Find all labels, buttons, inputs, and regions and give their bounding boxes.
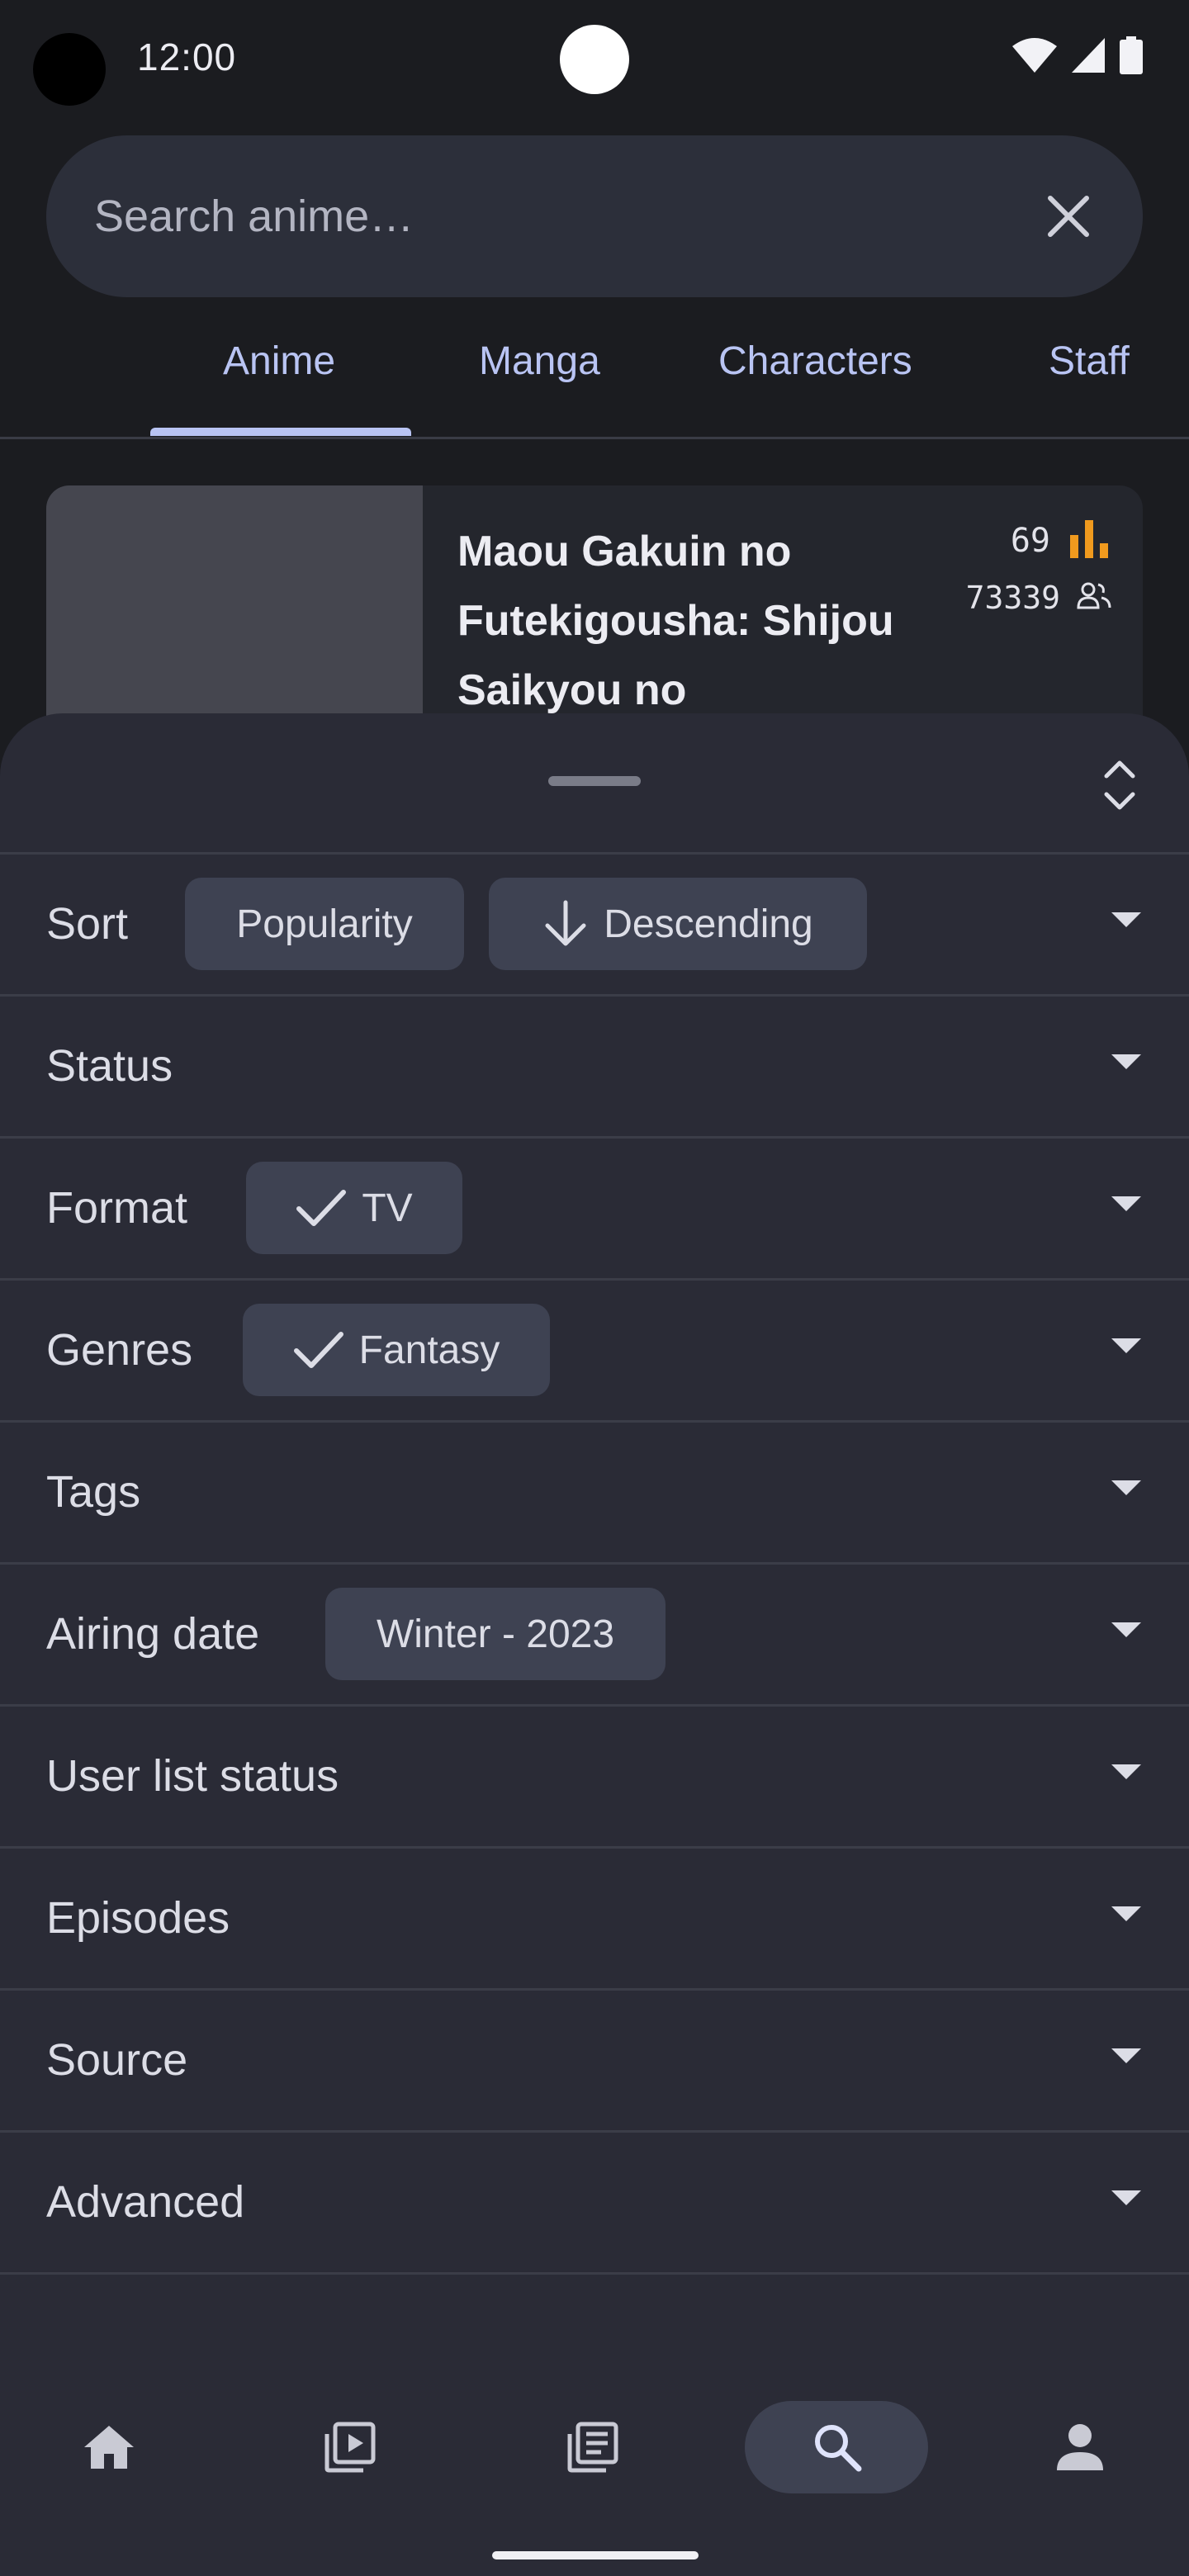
chip-genre-fantasy[interactable]: Fantasy [243,1304,550,1396]
filter-row-advanced[interactable]: Advanced [0,2130,1189,2275]
filter-row-status[interactable]: Status [0,994,1189,1136]
bar-chart-icon [1070,520,1108,558]
drag-handle[interactable] [548,776,641,786]
nav-manga[interactable] [566,2421,619,2474]
dropdown-arrow-icon [1111,1054,1141,1069]
chip-sort-field[interactable]: Popularity [185,878,464,970]
dropdown-arrow-icon [1111,1764,1141,1779]
status-time: 12:00 [137,36,237,78]
filter-row-tags[interactable]: Tags [0,1420,1189,1562]
search-input[interactable] [94,135,1002,297]
filter-label-tags: Tags [46,1467,141,1517]
dropdown-arrow-icon [1111,1338,1141,1353]
arrow-down-icon [545,900,586,946]
filter-label-genres: Genres [46,1325,193,1375]
chip-label: TV [362,1186,413,1230]
wifi-icon [1012,38,1057,73]
filter-label-advanced: Advanced [46,2177,245,2227]
nav-home[interactable] [83,2421,135,2474]
expand-icon[interactable] [1100,756,1139,814]
nav-anime[interactable] [324,2421,377,2474]
filter-row-episodes[interactable]: Episodes [0,1846,1189,1988]
dropdown-arrow-icon [1111,912,1141,927]
dropdown-arrow-icon [1111,2190,1141,2205]
filter-label-episodes: Episodes [46,1893,230,1943]
search-icon [815,2425,862,2472]
people-icon [1077,582,1111,609]
chip-label: Fantasy [358,1328,500,1372]
filter-label-user-list-status: User list status [46,1751,339,1801]
status-icons [1012,36,1143,74]
filter-row-user-list-status[interactable]: User list status [0,1704,1189,1846]
close-icon[interactable] [1042,190,1095,243]
nav-search[interactable] [811,2421,864,2474]
tab-indicator [150,428,411,436]
dropdown-arrow-icon [1111,1906,1141,1921]
chip-airing-date[interactable]: Winter - 2023 [325,1588,666,1680]
tab-characters[interactable]: Characters [718,339,912,384]
filter-row-source[interactable]: Source [0,1988,1189,2130]
gesture-handle[interactable] [492,2551,699,2559]
filter-sheet: Sort Popularity Descending Status Format… [0,713,1189,2576]
signal-icon [1072,38,1105,73]
chip-label: Descending [604,902,813,946]
filter-row-sort[interactable]: Sort Popularity Descending [0,852,1189,994]
chip-label: Popularity [236,902,413,946]
battery-icon [1120,36,1143,74]
filter-label-airing-date: Airing date [46,1609,260,1659]
camera-cutout [33,33,106,106]
dropdown-arrow-icon [1111,1196,1141,1211]
filter-row-airing-date[interactable]: Airing date Winter - 2023 [0,1562,1189,1704]
tab-divider [0,437,1189,439]
tab-staff[interactable]: Staff [1049,339,1130,384]
dropdown-arrow-icon [1111,1480,1141,1495]
chip-format-tv[interactable]: TV [246,1162,462,1254]
filter-label-source: Source [46,2035,188,2085]
person-icon [1057,2424,1103,2470]
tab-bar: Anime Manga Characters Staff [0,314,1189,439]
nav-profile[interactable] [1054,2421,1106,2474]
result-title: Maou Gakuin no Futekigousha: Shijou Saik… [457,528,894,714]
tab-manga[interactable]: Manga [479,339,600,384]
filter-row-genres[interactable]: Genres Fantasy [0,1278,1189,1420]
filter-label-status: Status [46,1041,173,1091]
search-bar [46,135,1143,297]
video-library-icon [324,2422,376,2473]
library-books-icon [567,2422,618,2473]
status-bar: 12:00 [0,0,1189,116]
chip-label: Winter - 2023 [376,1612,615,1656]
filter-label-sort: Sort [46,899,129,949]
chip-sort-order[interactable]: Descending [489,878,867,970]
dropdown-arrow-icon [1111,2048,1141,2063]
home-icon [84,2426,134,2469]
check-icon [293,1332,343,1368]
dropdown-arrow-icon [1111,1622,1141,1637]
tab-anime[interactable]: Anime [223,339,335,384]
users-count: 73339 [965,580,1060,616]
check-icon [296,1190,347,1226]
bottom-navigation [0,2361,1189,2576]
front-camera [560,25,629,94]
score-value: 69 [1010,522,1050,560]
filter-row-format[interactable]: Format TV [0,1136,1189,1278]
filter-label-format: Format [46,1183,188,1233]
